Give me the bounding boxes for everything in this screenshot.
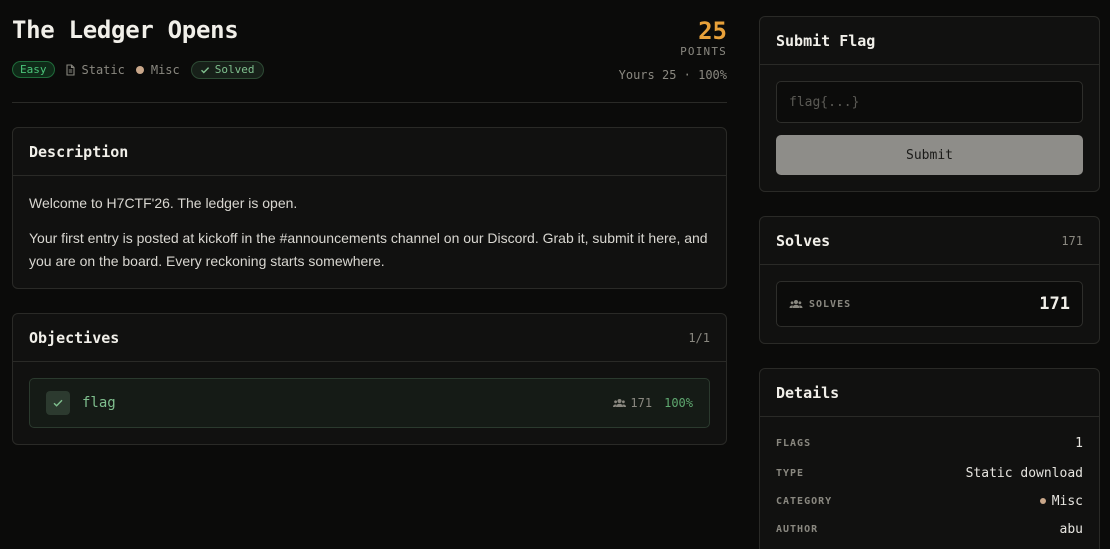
- description-body: Welcome to H7CTF'26. The ledger is open.…: [13, 176, 726, 273]
- detail-value-group: Misc: [1039, 493, 1083, 509]
- file-icon: [65, 63, 75, 76]
- check-icon: [53, 399, 63, 407]
- submit-flag-header: Submit Flag: [760, 17, 1099, 65]
- details-title: Details: [776, 383, 840, 402]
- solves-card: Solves 171 SOLVES 171: [759, 216, 1100, 344]
- detail-row-author: AUTHOR abu: [776, 515, 1083, 543]
- category-dot: [135, 65, 144, 74]
- status-badge: Solved: [190, 60, 264, 79]
- status-label: Solved: [214, 63, 255, 76]
- details-card: Details FLAGS 1 TYPE Static download CAT…: [759, 368, 1100, 549]
- detail-key: FLAGS: [776, 437, 812, 449]
- challenge-header: The Ledger Opens Easy Static Misc Solved…: [12, 0, 727, 103]
- category-dot: [1039, 498, 1046, 504]
- solves-title: Solves: [776, 231, 831, 250]
- points-value: 25: [698, 17, 727, 45]
- users-icon: [613, 399, 627, 407]
- detail-key: AUTHOR: [776, 523, 819, 535]
- objective-percent: 100%: [664, 396, 693, 410]
- detail-value: abu: [1059, 521, 1083, 537]
- check-icon: [200, 66, 209, 73]
- objective-solves: 171: [630, 396, 653, 410]
- detail-key: TYPE: [776, 467, 805, 479]
- flag-input[interactable]: [776, 81, 1083, 123]
- detail-key: CATEGORY: [776, 495, 833, 507]
- objectives-header: Objectives 1/1: [13, 314, 726, 362]
- objective-item[interactable]: flag 171 100%: [29, 378, 710, 428]
- difficulty-badge: Easy: [12, 61, 55, 78]
- detail-row-type: TYPE Static download: [776, 459, 1083, 487]
- solves-stat-value: 171: [1039, 294, 1070, 314]
- challenge-meta: Easy Static Misc Solved: [12, 60, 264, 79]
- page-title: The Ledger Opens: [12, 16, 239, 44]
- detail-value: Misc: [1051, 493, 1083, 509]
- submit-flag-title: Submit Flag: [776, 31, 876, 50]
- category-meta: Misc: [135, 62, 180, 77]
- points-label: POINTS: [680, 45, 727, 58]
- points-block: 25 POINTS Yours 25 · 100%: [619, 17, 727, 82]
- submit-flag-body: Submit: [760, 65, 1099, 191]
- challenge-main: The Ledger Opens Easy Static Misc Solved…: [12, 0, 727, 445]
- description-title: Description: [29, 142, 129, 161]
- description-paragraph: Welcome to H7CTF'26. The ledger is open.: [29, 195, 298, 211]
- objectives-count: 1/1: [688, 330, 710, 345]
- detail-row-category: CATEGORY Misc: [776, 487, 1083, 515]
- solves-stat-label-group: SOLVES: [789, 299, 851, 310]
- challenge-page: The Ledger Opens Easy Static Misc Solved…: [0, 0, 1110, 549]
- category-label: Misc: [150, 62, 180, 77]
- objectives-title: Objectives: [29, 328, 120, 347]
- description-header: Description: [13, 128, 726, 176]
- objectives-card: Objectives 1/1 flag 171 100%: [12, 313, 727, 445]
- description-paragraph: Your first entry is posted at kickoff in…: [29, 230, 708, 269]
- submit-flag-card: Submit Flag Submit: [759, 16, 1100, 192]
- objective-stats: 171 100%: [613, 396, 693, 410]
- solves-stat: SOLVES 171: [776, 281, 1083, 327]
- detail-row-flags: FLAGS 1: [776, 427, 1083, 459]
- type-meta: Static: [65, 63, 125, 77]
- objective-name: flag: [82, 395, 116, 411]
- detail-value: Static download: [965, 465, 1083, 481]
- solves-stat-label: SOLVES: [809, 298, 852, 310]
- type-label: Static: [81, 62, 125, 77]
- solves-count: 171: [1061, 233, 1083, 248]
- details-header: Details: [760, 369, 1099, 417]
- points-yours: Yours 25 · 100%: [618, 68, 727, 82]
- users-icon: [789, 300, 803, 308]
- solves-header: Solves 171: [760, 217, 1099, 265]
- objective-check: [46, 391, 70, 415]
- submit-button[interactable]: Submit: [776, 135, 1083, 175]
- details-body: FLAGS 1 TYPE Static download CATEGORY Mi…: [760, 417, 1099, 543]
- detail-value: 1: [1075, 435, 1083, 451]
- description-card: Description Welcome to H7CTF'26. The led…: [12, 127, 727, 289]
